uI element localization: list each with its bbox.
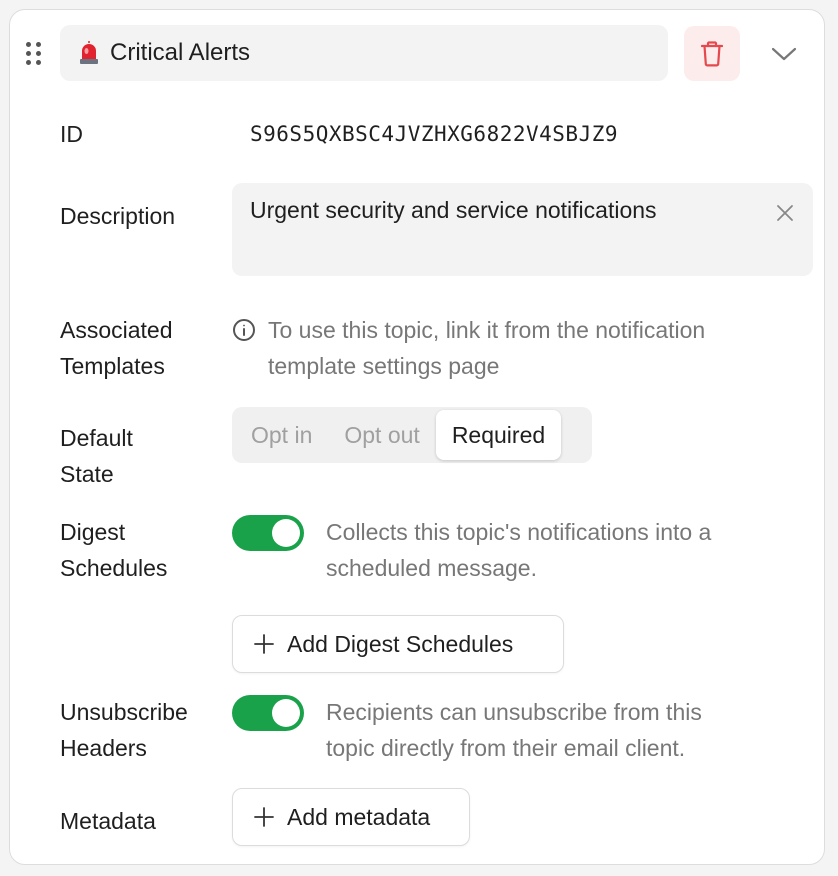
delete-button[interactable] (684, 26, 740, 81)
description-text: Urgent security and service notification… (250, 197, 657, 223)
siren-icon (78, 41, 100, 65)
topic-name-text: Critical Alerts (110, 39, 251, 66)
unsubscribe-toggle[interactable] (232, 695, 304, 731)
add-digest-schedules-label: Add Digest Schedules (287, 630, 514, 657)
topic-id-value: S96S5QXBSC4JVZHXG6822V4SBJZ9 (250, 122, 619, 146)
unsubscribe-help-text: Recipients can unsubscribe from this top… (326, 694, 796, 766)
default-state-segmented-control: Opt in Opt out Required (232, 407, 592, 463)
add-metadata-label: Add metadata (287, 803, 431, 830)
toggle-knob (272, 699, 300, 727)
topic-name-field[interactable]: Critical Alerts (60, 25, 668, 81)
label-line: State (60, 461, 114, 487)
digest-toggle[interactable] (232, 515, 304, 551)
id-label: ID (60, 121, 83, 147)
metadata-label: Metadata (60, 808, 156, 834)
help-line: topic directly from their email client. (326, 735, 686, 761)
unsubscribe-headers-label: Unsubscribe Headers (60, 694, 188, 766)
help-line: Collects this topic's notifications into… (326, 519, 712, 545)
plus-icon (254, 807, 274, 827)
info-icon (233, 319, 255, 341)
close-icon[interactable] (775, 203, 795, 223)
label-line: Unsubscribe (60, 699, 188, 725)
digest-help-text: Collects this topic's notifications into… (326, 514, 796, 586)
drag-handle-icon[interactable] (25, 42, 43, 66)
label-line: Digest (60, 519, 126, 545)
toggle-knob (272, 519, 300, 547)
option-required[interactable]: Required (435, 410, 562, 460)
plus-icon (254, 634, 274, 654)
add-digest-schedules-button[interactable]: Add Digest Schedules (232, 615, 564, 673)
label-line: Default (60, 425, 133, 451)
description-label: Description (60, 203, 176, 229)
digest-schedules-label: Digest Schedules (60, 514, 167, 586)
option-opt-in[interactable]: Opt in (235, 410, 328, 460)
label-line: Templates (60, 353, 165, 379)
add-metadata-button[interactable]: Add metadata (232, 788, 470, 846)
default-state-label: Default State (60, 420, 133, 492)
label-line: Associated (60, 317, 173, 343)
option-opt-out[interactable]: Opt out (328, 410, 435, 460)
chevron-down-icon[interactable] (770, 42, 798, 64)
info-line: template settings page (268, 353, 500, 379)
templates-info-text: To use this topic, link it from the noti… (268, 312, 808, 384)
info-line: To use this topic, link it from the noti… (268, 317, 706, 343)
trash-icon (701, 40, 723, 67)
description-input[interactable]: Urgent security and service notification… (232, 183, 813, 276)
help-line: Recipients can unsubscribe from this (326, 699, 702, 725)
label-line: Schedules (60, 555, 168, 581)
help-line: scheduled message. (326, 555, 537, 581)
associated-templates-label: Associated Templates (60, 312, 173, 384)
topic-card: Critical Alerts ID S96S5QXBSC4JVZHXG6822… (9, 9, 825, 865)
label-line: Headers (60, 735, 147, 761)
